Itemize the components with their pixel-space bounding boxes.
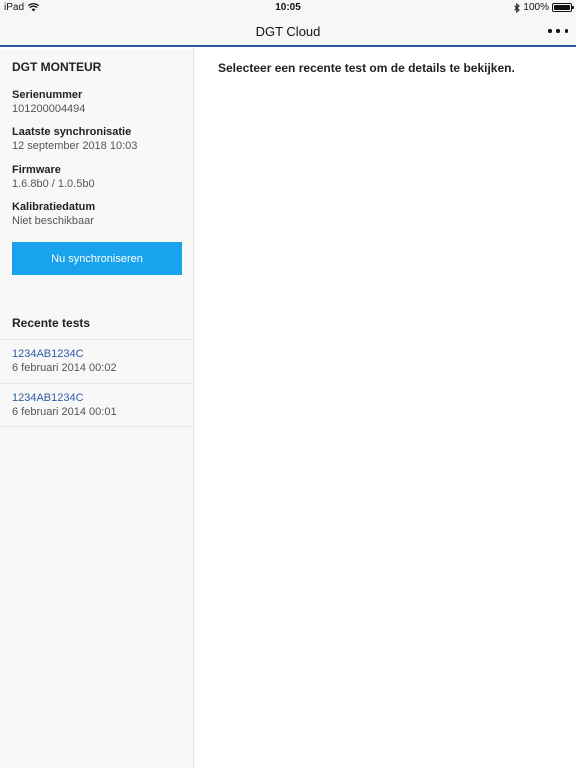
- field-label: Firmware: [12, 164, 61, 176]
- nav-bar: DGT Cloud: [0, 16, 576, 47]
- calibration-date-field: Kalibratiedatum Niet beschikbaar: [12, 201, 95, 228]
- recent-test-id: 1234AB1234C: [12, 348, 84, 360]
- sync-now-button[interactable]: Nu synchroniseren: [12, 242, 182, 275]
- more-dot-icon: [556, 29, 560, 33]
- status-time: 10:05: [275, 2, 301, 13]
- battery-icon: [552, 3, 574, 12]
- field-value: 12 september 2018 10:03: [12, 140, 138, 152]
- field-value: 101200004494: [12, 103, 86, 115]
- recent-tests-list: 1234AB1234C 6 februari 2014 00:02 1234AB…: [0, 339, 194, 427]
- more-options-button[interactable]: [548, 24, 568, 38]
- field-label: Laatste synchronisatie: [12, 126, 132, 138]
- field-value: Niet beschikbaar: [12, 215, 94, 227]
- firmware-field: Firmware 1.6.8b0 / 1.0.5b0: [12, 164, 95, 191]
- bluetooth-icon: [514, 2, 521, 13]
- more-dot-icon: [548, 29, 552, 33]
- status-right: 100%: [514, 2, 574, 13]
- battery-percent: 100%: [523, 2, 549, 13]
- field-label: Serienummer: [12, 89, 83, 101]
- status-bar: iPad 10:05 100%: [0, 0, 576, 16]
- recent-tests-title: Recente tests: [12, 316, 91, 330]
- recent-test-item[interactable]: 1234AB1234C 6 februari 2014 00:01: [0, 383, 194, 427]
- recent-test-date: 6 februari 2014 00:02: [12, 362, 117, 374]
- field-value: 1.6.8b0 / 1.0.5b0: [12, 178, 95, 190]
- serial-number-field: Serienummer 101200004494: [12, 89, 85, 116]
- recent-test-item[interactable]: 1234AB1234C 6 februari 2014 00:02: [0, 339, 194, 383]
- empty-state-message: Selecteer een recente test om de details…: [218, 61, 515, 75]
- battery-fill: [554, 5, 570, 10]
- field-label: Kalibratiedatum: [12, 201, 96, 213]
- last-sync-field: Laatste synchronisatie 12 september 2018…: [12, 126, 137, 153]
- sidebar: DGT MONTEUR Serienummer 101200004494 Laa…: [0, 49, 194, 768]
- recent-test-id: 1234AB1234C: [12, 392, 84, 404]
- more-dot-icon: [564, 29, 568, 33]
- recent-test-date: 6 februari 2014 00:01: [12, 406, 117, 418]
- device-name: DGT MONTEUR: [12, 60, 102, 74]
- nav-title: DGT Cloud: [255, 24, 321, 39]
